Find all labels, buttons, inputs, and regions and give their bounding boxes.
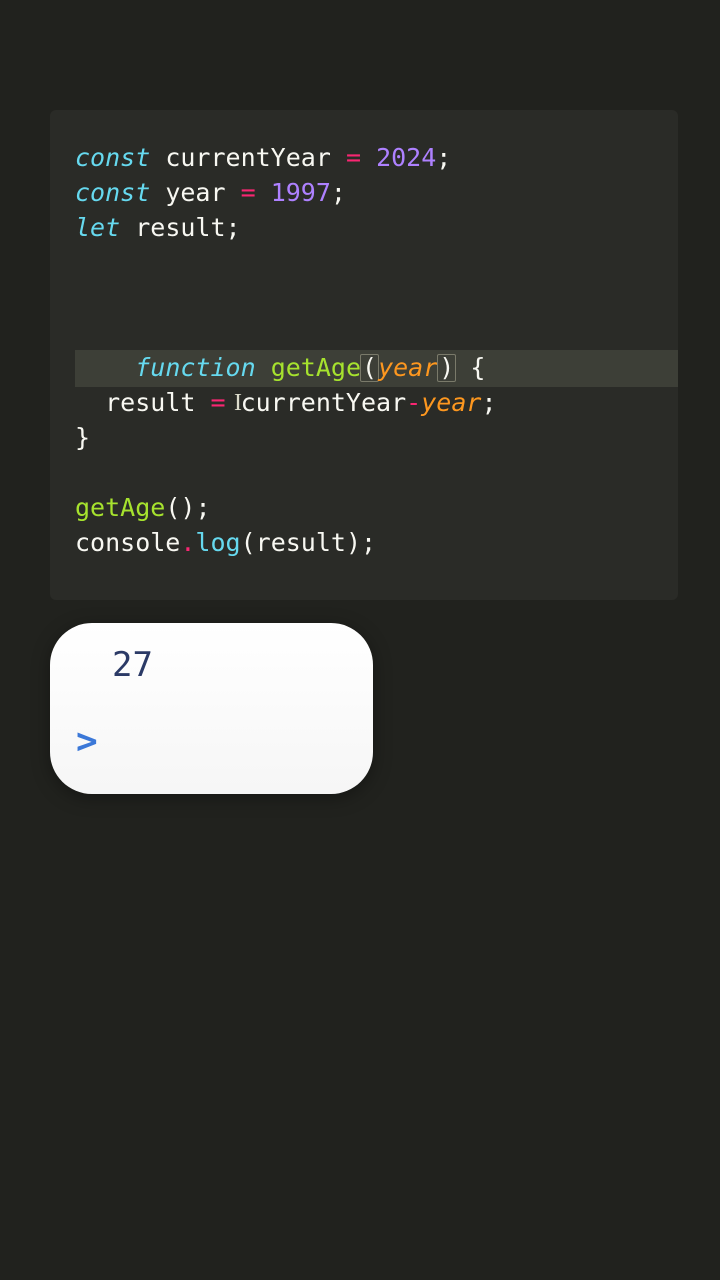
keyword-const: const [75,143,150,172]
text-cursor-icon: I [234,390,242,417]
code-line-7[interactable]: } [75,420,678,455]
bracket-highlight-close: ) [437,354,456,382]
argument: result [256,528,346,557]
identifier: result [105,388,195,417]
identifier: result [135,213,225,242]
keyword-function: function [135,353,255,382]
parameter: year [378,353,438,382]
console-output-value: 27 [112,645,351,685]
keyword-const: const [75,178,150,207]
function-name: getAge [271,353,361,382]
code-line-5[interactable]: function getAge(year) { [75,280,678,385]
identifier: currentYear [241,388,407,417]
bracket-highlight-open: ( [360,354,379,382]
code-line-blank[interactable] [75,245,678,280]
code-line-9[interactable]: getAge(); [75,490,678,525]
code-editor-panel[interactable]: const currentYear = 2024; const year = 1… [50,110,678,600]
code-line-1[interactable]: const currentYear = 2024; [75,140,678,175]
code-line-2[interactable]: const year = 1997; [75,175,678,210]
keyword-let: let [75,213,120,242]
number-literal: 2024 [376,143,436,172]
number-literal: 1997 [271,178,331,207]
console-output-card: 27 > [50,623,373,794]
code-line-blank[interactable] [75,455,678,490]
identifier: year [165,178,225,207]
identifier: year [421,388,481,417]
object: console [75,528,180,557]
code-line-3[interactable]: let result; [75,210,678,245]
function-call: getAge [75,493,165,522]
method: log [195,528,240,557]
code-line-10[interactable]: console.log(result); [75,525,678,560]
identifier: currentYear [165,143,331,172]
console-prompt-icon[interactable]: > [76,721,351,762]
code-line-6[interactable]: result = currentYear-year; [75,385,678,420]
